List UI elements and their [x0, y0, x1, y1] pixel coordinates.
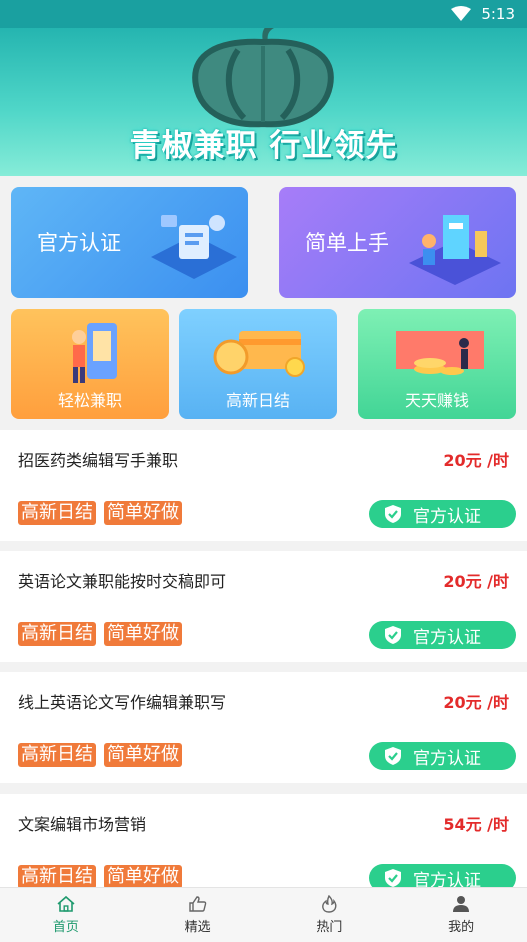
job-tags: 高新日结 简单好做 — [18, 622, 182, 646]
banner-slogan: 青椒兼职 行业领先 — [129, 128, 398, 164]
bottom-tab-bar: 首页 精选 热门 我的 — [0, 887, 527, 942]
tab-label: 首页 — [52, 920, 79, 935]
tab-label: 热门 — [316, 920, 343, 935]
shield-check-icon — [385, 869, 401, 887]
hero-banner[interactable]: 青椒兼职 行业领先 — [0, 28, 527, 176]
job-tags: 高新日结 简单好做 — [18, 743, 182, 767]
easy-start-illustration-icon — [409, 215, 501, 285]
pepper-logo-icon — [192, 28, 334, 128]
job-salary: 54元 /时 — [443, 815, 509, 834]
job-salary: 20元 /时 — [443, 693, 509, 712]
tab-label: 精选 — [184, 920, 211, 935]
wifi-icon — [451, 6, 472, 22]
home-icon — [57, 895, 75, 912]
job-card[interactable]: 招医药类编辑写手兼职 20元 /时 高新日结 简单好做 官方认证 — [0, 430, 527, 541]
shield-check-icon — [385, 505, 401, 523]
tab-home[interactable]: 首页 — [0, 888, 132, 942]
job-card[interactable]: 英语论文兼职能按时交稿即可 20元 /时 高新日结 简单好做 官方认证 — [0, 551, 527, 662]
shield-check-icon — [385, 747, 401, 765]
job-title: 英语论文兼职能按时交稿即可 — [18, 572, 227, 591]
tab-featured[interactable]: 精选 — [132, 888, 264, 942]
high-pay-illustration-icon — [213, 331, 305, 377]
job-tag: 简单好做 — [104, 622, 182, 646]
shield-check-icon — [385, 626, 401, 644]
status-time: 5:13 — [481, 5, 515, 23]
parttime-illustration-icon — [72, 323, 117, 383]
job-salary: 20元 /时 — [443, 572, 509, 591]
verified-badge: 官方认证 — [369, 621, 516, 649]
category-label: 官方认证 — [37, 231, 121, 255]
job-title: 文案编辑市场营销 — [18, 815, 147, 834]
category-label: 简单上手 — [305, 231, 389, 255]
flame-icon — [322, 895, 337, 913]
job-tags: 高新日结 简单好做 — [18, 501, 182, 525]
category-easy-start[interactable]: 简单上手 — [279, 187, 516, 298]
category-official-verified[interactable]: 官方认证 — [11, 187, 248, 298]
tab-hot[interactable]: 热门 — [264, 888, 396, 942]
job-tags: 高新日结 简单好做 — [18, 865, 182, 889]
category-label: 轻松兼职 — [57, 391, 122, 410]
job-tag: 高新日结 — [18, 501, 96, 525]
verified-illustration-icon — [151, 215, 237, 279]
verified-badge-label: 官方认证 — [413, 748, 481, 769]
job-title: 线上英语论文写作编辑兼职写 — [18, 693, 227, 712]
job-tag: 高新日结 — [18, 622, 96, 646]
job-tag: 简单好做 — [104, 743, 182, 767]
job-tag: 简单好做 — [104, 501, 182, 525]
job-tag: 高新日结 — [18, 865, 96, 889]
status-bar: 5:13 — [0, 0, 527, 28]
category-label: 高新日结 — [225, 391, 290, 410]
person-icon — [453, 896, 470, 912]
category-label: 天天赚钱 — [404, 391, 469, 410]
verified-badge-label: 官方认证 — [413, 627, 481, 648]
tab-mine[interactable]: 我的 — [395, 888, 527, 942]
job-salary: 20元 /时 — [443, 451, 509, 470]
tab-label: 我的 — [448, 920, 475, 935]
job-title: 招医药类编辑写手兼职 — [18, 451, 179, 470]
verified-badge: 官方认证 — [369, 742, 516, 770]
job-tag: 简单好做 — [104, 865, 182, 889]
category-high-pay-daily[interactable]: 高新日结 — [179, 309, 337, 419]
job-tag: 高新日结 — [18, 743, 96, 767]
job-card[interactable]: 线上英语论文写作编辑兼职写 20元 /时 高新日结 简单好做 官方认证 — [0, 672, 527, 783]
verified-badge: 官方认证 — [369, 500, 516, 528]
category-easy-parttime[interactable]: 轻松兼职 — [11, 309, 169, 419]
verified-badge-label: 官方认证 — [413, 506, 481, 527]
category-daily-earnings[interactable]: 天天赚钱 — [358, 309, 516, 419]
thumbs-up-icon — [188, 896, 206, 912]
earnings-illustration-icon — [396, 331, 484, 375]
